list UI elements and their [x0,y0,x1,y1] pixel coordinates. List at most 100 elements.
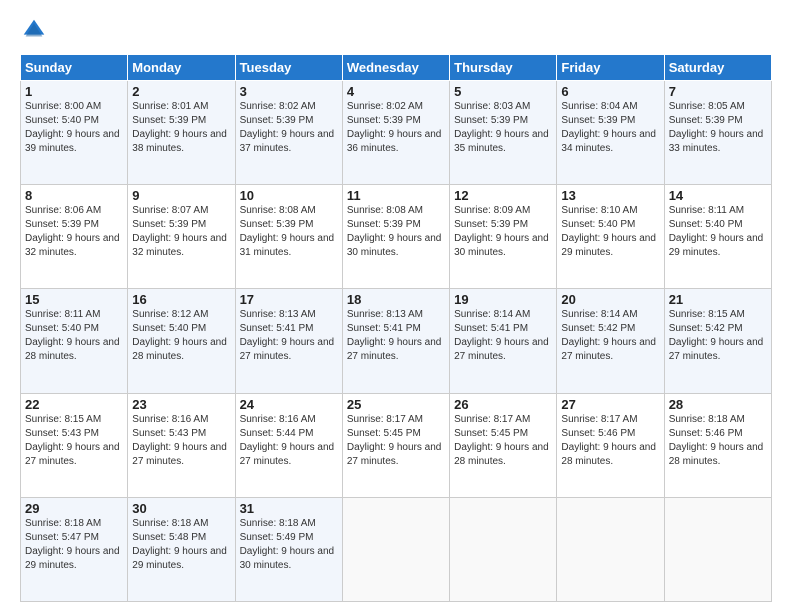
weekday-header-saturday: Saturday [664,55,771,81]
day-detail: Sunrise: 8:08 AMSunset: 5:39 PMDaylight:… [347,205,442,258]
day-cell-3: 3 Sunrise: 8:02 AMSunset: 5:39 PMDaylight… [235,81,342,185]
day-cell-26: 26 Sunrise: 8:17 AMSunset: 5:45 PMDayligh… [450,393,557,497]
day-detail: Sunrise: 8:11 AMSunset: 5:40 PMDaylight:… [25,309,120,362]
day-number: 23 [132,397,230,412]
day-detail: Sunrise: 8:11 AMSunset: 5:40 PMDaylight:… [669,205,764,258]
day-number: 22 [25,397,123,412]
day-detail: Sunrise: 8:13 AMSunset: 5:41 PMDaylight:… [240,309,335,362]
day-detail: Sunrise: 8:13 AMSunset: 5:41 PMDaylight:… [347,309,442,362]
day-number: 21 [669,292,767,307]
day-number: 20 [561,292,659,307]
day-number: 7 [669,84,767,99]
day-detail: Sunrise: 8:00 AMSunset: 5:40 PMDaylight:… [25,101,120,154]
day-detail: Sunrise: 8:07 AMSunset: 5:39 PMDaylight:… [132,205,227,258]
day-detail: Sunrise: 8:16 AMSunset: 5:44 PMDaylight:… [240,414,335,467]
empty-cell [664,497,771,601]
day-cell-19: 19Sunrise: 8:14 AMSunset: 5:41 PMDayligh… [450,289,557,393]
calendar-table: SundayMondayTuesdayWednesdayThursdayFrid… [20,54,772,602]
day-number: 5 [454,84,552,99]
day-cell-13: 13 Sunrise: 8:10 AMSunset: 5:40 PMDayligh… [557,185,664,289]
day-detail: Sunrise: 8:10 AMSunset: 5:40 PMDaylight:… [561,205,656,258]
day-number: 8 [25,188,123,203]
weekday-header-sunday: Sunday [21,55,128,81]
day-detail: Sunrise: 8:14 AMSunset: 5:41 PMDaylight:… [454,309,549,362]
day-detail: Sunrise: 8:09 AMSunset: 5:39 PMDaylight:… [454,205,549,258]
day-cell-23: 23 Sunrise: 8:16 AMSunset: 5:43 PMDayligh… [128,393,235,497]
week-row-2: 8 Sunrise: 8:06 AMSunset: 5:39 PMDaylight… [21,185,772,289]
day-cell-7: 7 Sunrise: 8:05 AMSunset: 5:39 PMDaylight… [664,81,771,185]
day-number: 30 [132,501,230,516]
day-number: 9 [132,188,230,203]
day-detail: Sunrise: 8:15 AMSunset: 5:43 PMDaylight:… [25,414,120,467]
day-detail: Sunrise: 8:01 AMSunset: 5:39 PMDaylight:… [132,101,227,154]
day-cell-1: 1 Sunrise: 8:00 AMSunset: 5:40 PMDaylight… [21,81,128,185]
day-cell-14: 14 Sunrise: 8:11 AMSunset: 5:40 PMDayligh… [664,185,771,289]
day-cell-20: 20 Sunrise: 8:14 AMSunset: 5:42 PMDayligh… [557,289,664,393]
day-cell-22: 22 Sunrise: 8:15 AMSunset: 5:43 PMDayligh… [21,393,128,497]
day-cell-16: 16 Sunrise: 8:12 AMSunset: 5:40 PMDayligh… [128,289,235,393]
day-cell-24: 24 Sunrise: 8:16 AMSunset: 5:44 PMDayligh… [235,393,342,497]
week-row-4: 22 Sunrise: 8:15 AMSunset: 5:43 PMDayligh… [21,393,772,497]
day-detail: Sunrise: 8:05 AMSunset: 5:39 PMDaylight:… [669,101,764,154]
day-number: 10 [240,188,338,203]
day-number: 24 [240,397,338,412]
empty-cell [342,497,449,601]
day-cell-25: 25Sunrise: 8:17 AMSunset: 5:45 PMDayligh… [342,393,449,497]
weekday-header-tuesday: Tuesday [235,55,342,81]
weekday-header-friday: Friday [557,55,664,81]
day-cell-29: 29Sunrise: 8:18 AMSunset: 5:47 PMDayligh… [21,497,128,601]
day-cell-8: 8 Sunrise: 8:06 AMSunset: 5:39 PMDaylight… [21,185,128,289]
day-detail: Sunrise: 8:14 AMSunset: 5:42 PMDaylight:… [561,309,656,362]
day-cell-2: 2 Sunrise: 8:01 AMSunset: 5:39 PMDaylight… [128,81,235,185]
empty-cell [450,497,557,601]
day-number: 13 [561,188,659,203]
day-cell-6: 6Sunrise: 8:04 AMSunset: 5:39 PMDaylight… [557,81,664,185]
day-cell-10: 10 Sunrise: 8:08 AMSunset: 5:39 PMDayligh… [235,185,342,289]
day-detail: Sunrise: 8:06 AMSunset: 5:39 PMDaylight:… [25,205,120,258]
day-number: 1 [25,84,123,99]
day-number: 11 [347,188,445,203]
day-cell-4: 4Sunrise: 8:02 AMSunset: 5:39 PMDaylight… [342,81,449,185]
day-detail: Sunrise: 8:15 AMSunset: 5:42 PMDaylight:… [669,309,764,362]
day-number: 26 [454,397,552,412]
day-number: 4 [347,84,445,99]
day-cell-30: 30 Sunrise: 8:18 AMSunset: 5:48 PMDayligh… [128,497,235,601]
day-number: 12 [454,188,552,203]
day-number: 25 [347,397,445,412]
week-row-5: 29Sunrise: 8:18 AMSunset: 5:47 PMDayligh… [21,497,772,601]
day-number: 17 [240,292,338,307]
day-cell-9: 9 Sunrise: 8:07 AMSunset: 5:39 PMDaylight… [128,185,235,289]
day-number: 14 [669,188,767,203]
weekday-header-row: SundayMondayTuesdayWednesdayThursdayFrid… [21,55,772,81]
day-detail: Sunrise: 8:18 AMSunset: 5:49 PMDaylight:… [240,518,335,571]
day-number: 2 [132,84,230,99]
day-detail: Sunrise: 8:04 AMSunset: 5:39 PMDaylight:… [561,101,656,154]
day-cell-18: 18 Sunrise: 8:13 AMSunset: 5:41 PMDayligh… [342,289,449,393]
day-detail: Sunrise: 8:02 AMSunset: 5:39 PMDaylight:… [240,101,335,154]
week-row-1: 1 Sunrise: 8:00 AMSunset: 5:40 PMDaylight… [21,81,772,185]
day-number: 18 [347,292,445,307]
day-detail: Sunrise: 8:17 AMSunset: 5:45 PMDaylight:… [454,414,549,467]
day-cell-15: 15Sunrise: 8:11 AMSunset: 5:40 PMDayligh… [21,289,128,393]
day-detail: Sunrise: 8:18 AMSunset: 5:46 PMDaylight:… [669,414,764,467]
header [20,16,772,44]
day-detail: Sunrise: 8:18 AMSunset: 5:47 PMDaylight:… [25,518,120,571]
day-cell-28: 28Sunrise: 8:18 AMSunset: 5:46 PMDayligh… [664,393,771,497]
day-detail: Sunrise: 8:18 AMSunset: 5:48 PMDaylight:… [132,518,227,571]
logo [20,16,52,44]
day-cell-12: 12 Sunrise: 8:09 AMSunset: 5:39 PMDayligh… [450,185,557,289]
day-cell-17: 17 Sunrise: 8:13 AMSunset: 5:41 PMDayligh… [235,289,342,393]
day-number: 31 [240,501,338,516]
day-number: 3 [240,84,338,99]
day-number: 16 [132,292,230,307]
page: SundayMondayTuesdayWednesdayThursdayFrid… [0,0,792,612]
empty-cell [557,497,664,601]
day-number: 27 [561,397,659,412]
weekday-header-monday: Monday [128,55,235,81]
day-cell-11: 11 Sunrise: 8:08 AMSunset: 5:39 PMDayligh… [342,185,449,289]
day-detail: Sunrise: 8:08 AMSunset: 5:39 PMDaylight:… [240,205,335,258]
day-detail: Sunrise: 8:12 AMSunset: 5:40 PMDaylight:… [132,309,227,362]
day-detail: Sunrise: 8:16 AMSunset: 5:43 PMDaylight:… [132,414,227,467]
weekday-header-thursday: Thursday [450,55,557,81]
day-cell-27: 27Sunrise: 8:17 AMSunset: 5:46 PMDayligh… [557,393,664,497]
